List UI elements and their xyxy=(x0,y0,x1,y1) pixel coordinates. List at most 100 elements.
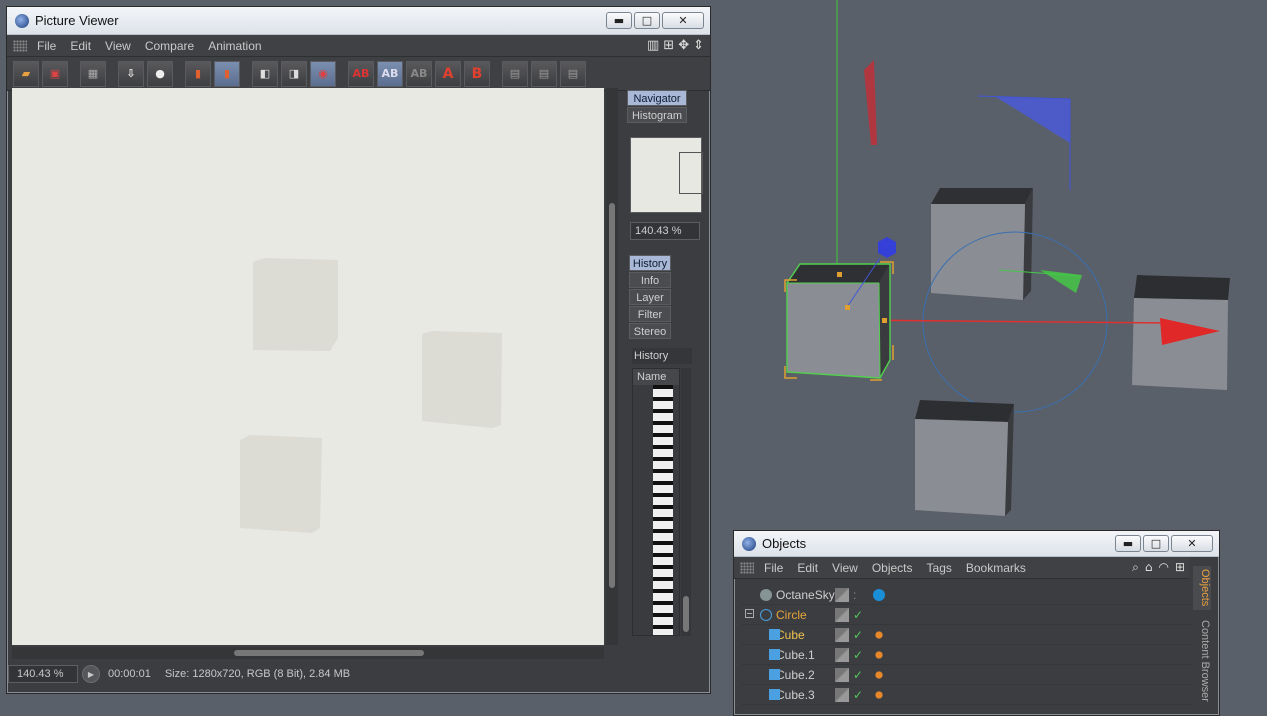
objects-menu-file[interactable]: File xyxy=(764,561,783,575)
pin-icon[interactable]: ⇕ xyxy=(693,38,704,53)
tab-objects[interactable]: Objects xyxy=(1193,566,1211,610)
objects-close-button[interactable]: ✕ xyxy=(1171,535,1213,552)
object-name[interactable]: Cube.2 xyxy=(742,668,827,682)
visibility-icon[interactable] xyxy=(835,647,849,662)
tab-stereo[interactable]: Stereo xyxy=(629,323,671,339)
menu-file[interactable]: File xyxy=(37,39,56,53)
cube-right-top xyxy=(1134,275,1230,300)
history-scrollbar[interactable] xyxy=(681,368,691,636)
cinema4d-logo-icon xyxy=(742,536,756,551)
object-name[interactable]: Cube xyxy=(742,628,827,642)
navigator-thumbnail[interactable] xyxy=(630,137,703,213)
object-row-octanesky[interactable]: OctaneSky : xyxy=(742,585,1192,605)
enabled-check-icon[interactable]: ✓ xyxy=(853,688,863,702)
tag-icon[interactable] xyxy=(873,668,885,681)
status-zoom-field[interactable]: 140.43 % xyxy=(8,665,78,683)
set-a-icon[interactable]: A xyxy=(435,60,461,87)
rendered-image[interactable] xyxy=(12,88,604,645)
filmstrip-icon[interactable]: ▮ xyxy=(214,60,240,87)
folder-icon[interactable]: ◠ xyxy=(1158,560,1168,575)
tab-info[interactable]: Info xyxy=(629,272,671,288)
vertical-scrollbar[interactable] xyxy=(606,88,618,645)
view-ab-icon[interactable]: ◉ xyxy=(310,60,336,87)
objects-menu-objects[interactable]: Objects xyxy=(872,561,913,575)
menu-compare[interactable]: Compare xyxy=(145,39,194,53)
object-name[interactable]: Circle xyxy=(742,608,827,622)
enabled-check-icon[interactable]: ✓ xyxy=(853,648,863,662)
object-row-cube[interactable]: Cube ✓ xyxy=(742,625,1192,645)
set-b-icon[interactable]: B xyxy=(464,60,490,87)
navigator-zoom-field[interactable]: 140.43 % xyxy=(630,222,700,240)
objects-titlebar[interactable]: Objects ▬ □ ✕ xyxy=(734,531,1219,557)
export-icon[interactable]: ⇩ xyxy=(118,60,144,87)
layout-1-icon[interactable]: ▤ xyxy=(502,60,528,87)
object-row-circle[interactable]: Circle ✓ xyxy=(742,605,1192,625)
enabled-check-icon[interactable]: ✓ xyxy=(853,608,863,622)
grid-icon[interactable]: ▦ xyxy=(80,60,106,87)
object-name[interactable]: Cube.3 xyxy=(742,688,827,702)
history-list[interactable]: Name xyxy=(632,368,680,636)
collapse-icon[interactable]: − xyxy=(745,609,754,618)
objects-minimize-button[interactable]: ▬ xyxy=(1115,535,1141,552)
tab-filter[interactable]: Filter xyxy=(629,306,671,322)
objects-menu-view[interactable]: View xyxy=(832,561,858,575)
search-icon[interactable]: ⌕ xyxy=(1132,560,1139,575)
layout-icon[interactable]: ▥ xyxy=(647,38,659,53)
menu-edit[interactable]: Edit xyxy=(70,39,91,53)
status-time: 00:00:01 xyxy=(108,668,151,680)
object-row-cube3[interactable]: Cube.3 ✓ xyxy=(742,685,1192,705)
enabled-check-icon[interactable]: ✓ xyxy=(853,628,863,642)
history-thumbnails xyxy=(653,385,673,635)
objects-menu-bookmarks[interactable]: Bookmarks xyxy=(966,561,1026,575)
tab-content-browser[interactable]: Content Browser xyxy=(1193,616,1211,706)
history-name-column[interactable]: Name xyxy=(633,369,679,385)
user-icon[interactable]: ● xyxy=(147,60,173,87)
move-icon[interactable]: ✥ xyxy=(678,38,689,53)
open-icon[interactable]: ▰ xyxy=(13,60,39,87)
film-icon[interactable]: ▮ xyxy=(185,60,211,87)
objects-maximize-button[interactable]: □ xyxy=(1143,535,1169,552)
view-b-icon[interactable]: ◨ xyxy=(281,60,307,87)
layout-2-icon[interactable]: ▤ xyxy=(531,60,557,87)
close-button[interactable]: ✕ xyxy=(662,12,704,29)
home-icon[interactable]: ⌂ xyxy=(1145,560,1153,575)
ab-icon[interactable]: AB xyxy=(348,60,374,87)
octane-tag-icon[interactable] xyxy=(873,588,885,601)
visibility-icon[interactable] xyxy=(835,687,849,702)
object-row-cube1[interactable]: Cube.1 ✓ xyxy=(742,645,1192,665)
visibility-icon[interactable] xyxy=(835,667,849,682)
maximize-button[interactable]: □ xyxy=(634,12,660,29)
play-icon[interactable]: ▶ xyxy=(82,665,100,683)
visibility-icon[interactable] xyxy=(835,627,849,642)
ab-compare-icon[interactable]: AB xyxy=(406,60,432,87)
menu-view[interactable]: View xyxy=(105,39,131,53)
tag-icon[interactable] xyxy=(873,628,885,641)
object-name[interactable]: Cube.1 xyxy=(742,648,827,662)
visibility-icon[interactable] xyxy=(835,607,849,622)
objects-menu-tags[interactable]: Tags xyxy=(927,561,952,575)
tab-history[interactable]: History xyxy=(629,255,671,271)
tab-layer[interactable]: Layer xyxy=(629,289,671,305)
picture-viewer-titlebar[interactable]: Picture Viewer ▬ □ ✕ xyxy=(7,7,710,35)
grip-icon[interactable] xyxy=(13,39,27,52)
minimize-button[interactable]: ▬ xyxy=(606,12,632,29)
tag-icon[interactable] xyxy=(873,648,885,661)
grip-icon[interactable] xyxy=(740,561,754,574)
light-blue-icon xyxy=(996,97,1070,143)
tab-histogram[interactable]: Histogram xyxy=(627,107,687,123)
object-row-cube2[interactable]: Cube.2 ✓ xyxy=(742,665,1192,685)
layout-3-icon[interactable]: ▤ xyxy=(560,60,586,87)
new-panel-icon[interactable]: ⊞ xyxy=(663,38,674,53)
object-name[interactable]: OctaneSky xyxy=(742,588,835,602)
objects-menu-edit[interactable]: Edit xyxy=(797,561,818,575)
visibility-icon[interactable] xyxy=(835,587,849,602)
new-panel-icon[interactable]: ⊞ xyxy=(1175,560,1185,575)
horizontal-scrollbar[interactable] xyxy=(12,647,604,659)
view-a-icon[interactable]: ◧ xyxy=(252,60,278,87)
tab-navigator[interactable]: Navigator xyxy=(627,90,687,106)
menu-animation[interactable]: Animation xyxy=(208,39,261,53)
enabled-check-icon[interactable]: ✓ xyxy=(853,668,863,682)
save-icon[interactable]: ▣ xyxy=(42,60,68,87)
tag-icon[interactable] xyxy=(873,688,885,701)
ab-split-icon[interactable]: AB xyxy=(377,60,403,87)
